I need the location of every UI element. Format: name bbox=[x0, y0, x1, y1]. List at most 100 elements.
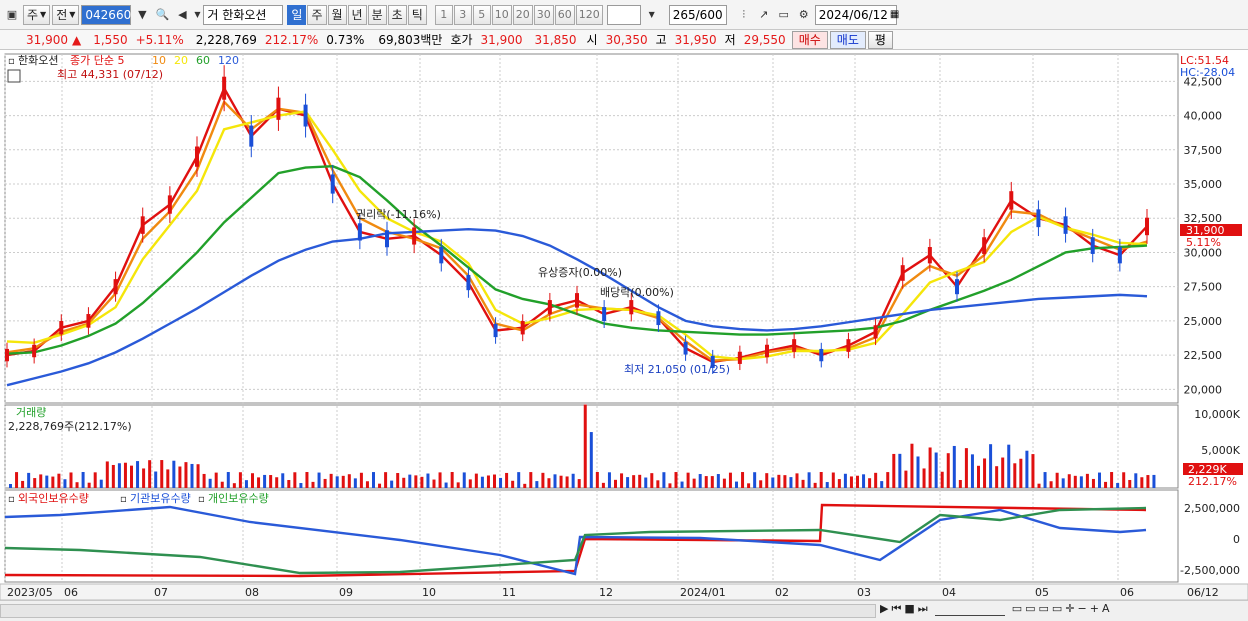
volume-bar bbox=[390, 480, 394, 488]
save-icon[interactable]: ▭ bbox=[775, 5, 793, 25]
volume-bar bbox=[190, 463, 194, 488]
volume-bar bbox=[601, 482, 605, 488]
interval-dropdown-icon[interactable]: ▼ bbox=[643, 5, 661, 25]
interval-button-60[interactable]: 60 bbox=[554, 4, 575, 25]
mode-selector[interactable]: 주 ▼ bbox=[23, 4, 51, 25]
volume-rate: 212.17% bbox=[264, 32, 319, 47]
volume-bar bbox=[668, 483, 672, 488]
volume-bar bbox=[493, 474, 496, 488]
volume-bar bbox=[450, 472, 454, 488]
layout2-icon[interactable]: ▭ bbox=[1025, 602, 1035, 616]
candle-body bbox=[520, 321, 525, 335]
sound-icon[interactable]: ◀ bbox=[173, 5, 191, 25]
y-tick-label: 20,000 bbox=[1184, 383, 1223, 396]
period-tab-5[interactable]: 초 bbox=[387, 4, 407, 25]
volume-bar bbox=[1098, 472, 1101, 488]
ask-price: 31,900 bbox=[480, 32, 523, 47]
volume-bar bbox=[722, 478, 726, 488]
rewind-icon[interactable]: ⏮ bbox=[891, 602, 901, 616]
volume-bar bbox=[837, 479, 841, 488]
volume-bar bbox=[771, 477, 775, 488]
x-tick-label: 07 bbox=[154, 586, 168, 599]
zoom-in-icon[interactable]: + bbox=[1090, 602, 1099, 616]
volume-bar bbox=[1146, 475, 1150, 488]
layout3-icon[interactable]: ▭ bbox=[1039, 602, 1049, 616]
interval-button-120[interactable]: 120 bbox=[575, 4, 603, 25]
sound-dropdown-icon[interactable]: ▼ bbox=[193, 5, 201, 25]
volume-bar bbox=[650, 473, 654, 488]
scroll-track[interactable] bbox=[0, 604, 876, 618]
text-icon[interactable]: A bbox=[1102, 602, 1110, 616]
period-tab-6[interactable]: 틱 bbox=[407, 4, 427, 25]
high-annotation: 최고 44,331 (07/12) bbox=[57, 68, 163, 81]
period-tab-1[interactable]: 주 bbox=[307, 4, 327, 25]
search-icon[interactable]: 🔍 bbox=[153, 5, 171, 25]
zoom-out-icon[interactable]: − bbox=[1078, 602, 1087, 616]
volume-bar bbox=[468, 479, 472, 488]
chart-area[interactable]: 42,500 40,000 37,500 35,000 32,500 30,000 27,5… bbox=[0, 50, 1248, 601]
chart-window-icon[interactable]: ▣ bbox=[3, 5, 21, 25]
code-dropdown-icon[interactable]: ▼ bbox=[133, 5, 151, 25]
interval-button-3[interactable]: 3 bbox=[453, 4, 472, 25]
period-tab-0[interactable]: 일 bbox=[287, 4, 307, 25]
interval-button-20[interactable]: 20 bbox=[512, 4, 533, 25]
volume-bar bbox=[977, 465, 980, 488]
volume-bar bbox=[1049, 481, 1053, 488]
legend-table-icon[interactable] bbox=[7, 69, 21, 83]
interval-button-10[interactable]: 10 bbox=[491, 4, 512, 25]
avg-button[interactable]: 평 bbox=[867, 30, 893, 49]
volume-bar bbox=[892, 453, 896, 488]
layout4-icon[interactable]: ▭ bbox=[1052, 602, 1062, 616]
volume-bar bbox=[462, 472, 466, 488]
volume-bar bbox=[710, 476, 714, 488]
ind-icon: ▫ bbox=[8, 494, 15, 505]
stock-name-field[interactable]: 거 한화오션 bbox=[203, 4, 284, 25]
count-field[interactable]: 265/600 bbox=[668, 4, 727, 25]
volume-bar bbox=[456, 482, 460, 488]
interval-button-30[interactable]: 30 bbox=[533, 4, 554, 25]
period-tab-3[interactable]: 년 bbox=[347, 4, 367, 25]
buy-button[interactable]: 매수 bbox=[791, 30, 828, 49]
volume-bar bbox=[154, 471, 158, 488]
volume-bar bbox=[396, 473, 400, 488]
interval-button-5[interactable]: 5 bbox=[472, 4, 491, 25]
volume-bar bbox=[311, 481, 315, 488]
volume-bar bbox=[341, 475, 345, 488]
stock-chart[interactable]: 42,50040,00037,50035,00032,50030,00027,5… bbox=[0, 50, 1248, 601]
x-axis-bar bbox=[0, 583, 1248, 601]
market-selector[interactable]: 전 ▼ bbox=[52, 4, 80, 25]
period-tab-4[interactable]: 분 bbox=[367, 4, 387, 25]
interval-input[interactable] bbox=[606, 4, 641, 25]
x-tick-label: 05 bbox=[1035, 586, 1049, 599]
stop-icon[interactable]: ■ bbox=[904, 602, 914, 616]
calendar-icon[interactable]: ▦ bbox=[890, 9, 899, 20]
draw-tool-icon[interactable]: ↗ bbox=[755, 5, 773, 25]
scroll-bar[interactable]: ▶ ⏮ ■ ⏭ ▭ ▭ ▭ ▭ ✛ − + A bbox=[0, 600, 1248, 621]
chart-type-icon[interactable]: ⫶ bbox=[735, 5, 753, 25]
stock-code-input[interactable]: 042660 bbox=[81, 4, 132, 25]
volume-bar bbox=[1122, 472, 1126, 488]
volume-bar bbox=[674, 472, 678, 488]
legend-ma5: 종가 단순 5 bbox=[70, 54, 124, 67]
layout1-icon[interactable]: ▭ bbox=[1012, 602, 1022, 616]
zoom-slider[interactable] bbox=[934, 602, 1005, 616]
candle-body bbox=[330, 174, 335, 194]
date-input[interactable]: 2024/06/12 ▦ bbox=[814, 4, 899, 25]
volume-bar bbox=[1007, 444, 1011, 488]
volume-bar bbox=[571, 473, 575, 488]
crosshair-icon[interactable]: ✛ bbox=[1065, 602, 1074, 616]
legend-stock-name: 한화오션 bbox=[18, 54, 58, 67]
period-tab-2[interactable]: 월 bbox=[327, 4, 347, 25]
interval-button-1[interactable]: 1 bbox=[434, 4, 453, 25]
volume-bar bbox=[934, 452, 938, 488]
gear-icon[interactable]: ⚙ bbox=[795, 5, 813, 25]
x-tick-label: 2024/01 bbox=[680, 586, 726, 599]
next-icon[interactable]: ▶ bbox=[880, 602, 888, 616]
volume-bar bbox=[831, 472, 835, 488]
volume-bar bbox=[275, 477, 279, 488]
volume-bar bbox=[995, 466, 999, 488]
fast-forward-icon[interactable]: ⏭ bbox=[918, 602, 928, 616]
x-tick-label: 08 bbox=[245, 586, 259, 599]
sell-button[interactable]: 매도 bbox=[829, 30, 866, 49]
indicator-tick-label: 2,500,000 bbox=[1184, 502, 1240, 515]
